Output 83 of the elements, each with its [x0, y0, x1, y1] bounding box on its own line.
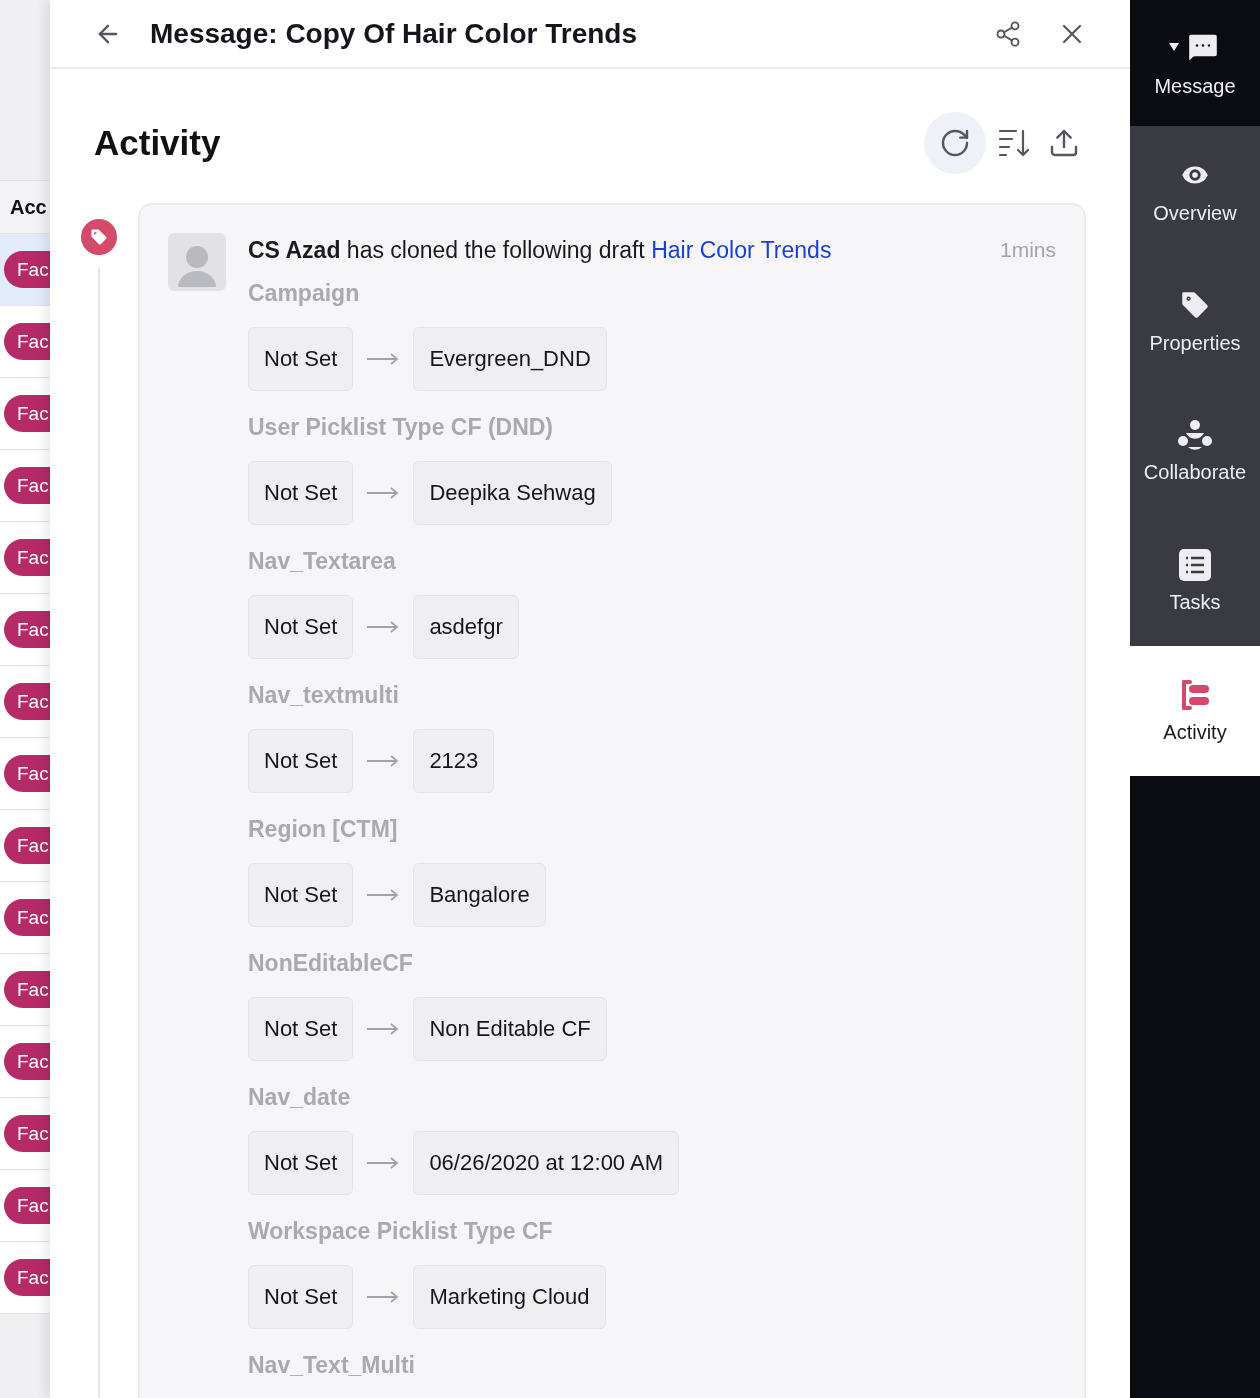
old-value: Not Set [248, 1131, 354, 1195]
field-label: Nav_textmulti [248, 682, 400, 710]
arrow-icon [367, 1291, 400, 1303]
tag-pill: Fac [4, 1115, 50, 1152]
new-value: asdefgr [413, 595, 519, 659]
new-value: Marketing Cloud [413, 1265, 606, 1329]
list-row[interactable]: Fac [0, 882, 50, 954]
list-row[interactable]: Fac [0, 594, 50, 666]
list-row[interactable]: Fac [0, 234, 50, 306]
list-row[interactable]: Fac [0, 522, 50, 594]
new-value: Bangalore [413, 863, 546, 927]
timestamp: 1mins [999, 237, 1056, 263]
tag-pill: Fac [4, 251, 50, 288]
timeline-icon [1179, 678, 1211, 711]
new-value: Evergreen_DND [413, 327, 607, 391]
old-value: Not Set [248, 729, 354, 793]
list-row[interactable]: Fac [0, 1170, 50, 1242]
old-value: Not Set [248, 595, 354, 659]
old-value: Not Set [248, 997, 354, 1061]
new-value: Non Editable CF [413, 997, 607, 1061]
field-label: User Picklist Type CF (DND) [248, 414, 555, 442]
share-icon [994, 19, 1022, 48]
list-row[interactable]: Fac [0, 666, 50, 738]
tag-pill: Fac [4, 323, 50, 360]
list-row[interactable]: Fac [0, 378, 50, 450]
new-value: 06/26/2020 at 12:00 AM [413, 1131, 679, 1195]
list-row[interactable]: Fac [0, 306, 50, 378]
arrow-icon [367, 755, 400, 767]
tag-pill: Fac [4, 1043, 50, 1080]
arrow-icon [367, 487, 400, 499]
new-value: Deepika Sehwag [413, 461, 612, 525]
sort-icon [998, 128, 1030, 158]
arrow-icon [367, 1023, 400, 1035]
field-label: Nav_Textarea [248, 548, 397, 576]
field-label: Nav_Text_Multi [248, 1352, 416, 1380]
sidebar-tab[interactable]: Activity [1130, 646, 1260, 776]
tag-pill: Fac [4, 827, 50, 864]
sidebar-tab[interactable]: Overview [1130, 126, 1260, 256]
tag-pill: Fac [4, 755, 50, 792]
list-row[interactable]: Fac [0, 810, 50, 882]
list-row[interactable]: Fac [0, 954, 50, 1026]
new-value: 2123 [413, 729, 495, 793]
activity-message: CS Azad has cloned the following draft Hair Color Trends [248, 236, 833, 265]
arrow-icon [367, 1157, 400, 1169]
list-icon [1179, 548, 1211, 581]
sidebar-tab[interactable]: Properties [1130, 256, 1260, 386]
refresh-icon [939, 127, 971, 159]
list-row[interactable]: Fac [0, 1026, 50, 1098]
field-label: Workspace Picklist Type CF [248, 1218, 554, 1246]
old-value: Not Set [248, 1265, 354, 1329]
avatar [168, 233, 226, 291]
arrow-icon [367, 889, 400, 901]
draft-link[interactable]: Hair Color Trends [651, 237, 832, 263]
old-value: Not Set [248, 461, 354, 525]
tag-pill: Fac [4, 611, 50, 648]
window-title: Message: Copy Of Hair Color Trends [150, 17, 638, 50]
list-row[interactable]: Fac [0, 738, 50, 810]
field-label: Nav_date [248, 1084, 352, 1112]
sidebar-tab[interactable]: Collaborate [1130, 386, 1260, 516]
people-icon [1178, 418, 1212, 451]
upload-icon [1048, 127, 1080, 159]
tag-pill: Fac [4, 899, 50, 936]
tag-pill: Fac [4, 1259, 50, 1296]
sidebar-tab[interactable]: Tasks [1130, 516, 1260, 646]
old-value: Not Set [248, 863, 354, 927]
column-header: Acc [0, 180, 50, 234]
tag-pill: Fac [4, 539, 50, 576]
tag-pill: Fac [4, 683, 50, 720]
field-label: Campaign [248, 280, 361, 308]
field-label: NonEditableCF [248, 950, 414, 978]
section-title: Activity [94, 123, 222, 163]
list-row[interactable]: Fac [0, 450, 50, 522]
arrow-icon [367, 353, 400, 365]
list-row[interactable]: Fac [0, 1098, 50, 1170]
tag-pill: Fac [4, 971, 50, 1008]
tag-pill: Fac [4, 395, 50, 432]
old-value: Not Set [248, 327, 354, 391]
list-row[interactable]: Fac [0, 1242, 50, 1314]
field-label: Region [CTM] [248, 816, 399, 844]
arrow-icon [367, 621, 400, 633]
tag-icon [81, 219, 117, 255]
tag-pill: Fac [4, 1187, 50, 1224]
tag-pill: Fac [4, 467, 50, 504]
